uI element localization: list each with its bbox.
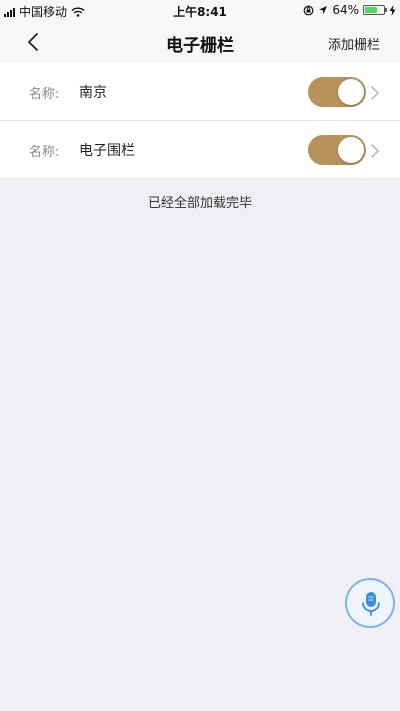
battery-icon: [363, 5, 387, 15]
toggle-knob: [338, 79, 364, 105]
status-bar: 中国移动 上午8:41 64%: [0, 0, 400, 20]
fence-name: 电子围栏: [79, 143, 135, 159]
add-fence-button[interactable]: 添加栅栏: [328, 34, 380, 53]
list-end-message: 已经全部加载完毕: [147, 196, 252, 211]
fence-row[interactable]: 名称: 电子围栏: [0, 121, 400, 179]
battery-percent: 64%: [332, 3, 359, 17]
toggle-knob: [338, 137, 364, 163]
charging-icon: [389, 4, 396, 16]
fence-name-label: 名称:: [29, 87, 60, 102]
voice-input-button[interactable]: [345, 578, 395, 628]
fence-enabled-toggle[interactable]: [308, 77, 366, 107]
orientation-lock-icon: [303, 5, 314, 15]
fence-list: 名称: 南京 名称: 电子围栏: [0, 63, 400, 179]
navigation-bar: 电子栅栏 添加栅栏: [0, 20, 400, 63]
fence-name: 南京: [79, 85, 107, 101]
fence-row[interactable]: 名称: 南京: [0, 63, 400, 121]
location-icon: [319, 6, 328, 14]
status-right: 64%: [303, 3, 396, 17]
microphone-icon: [362, 592, 380, 616]
chevron-right-icon: [371, 86, 379, 100]
chevron-right-icon: [371, 144, 379, 158]
fence-name-label: 名称:: [29, 145, 60, 160]
fence-enabled-toggle[interactable]: [308, 135, 366, 165]
